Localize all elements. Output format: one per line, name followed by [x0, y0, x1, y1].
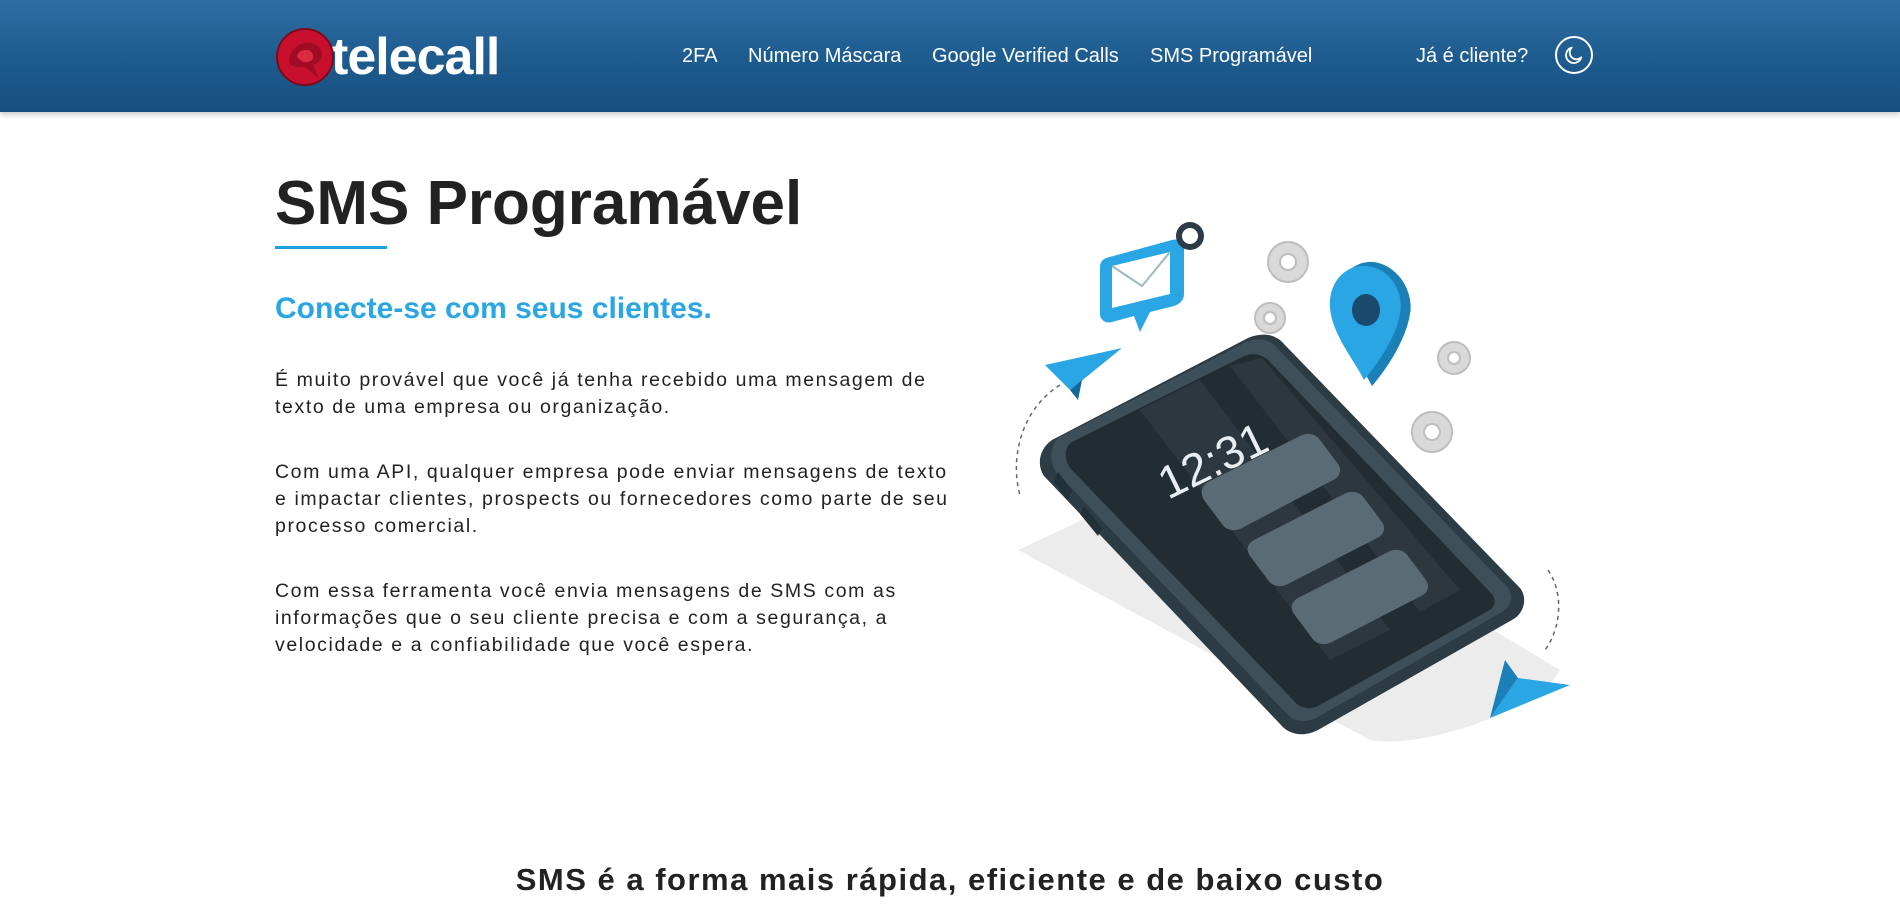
sms-phone-illustration: 12:31 [1015, 222, 1570, 742]
api-paragraph: Com uma API, qualquer empresa pode envia… [275, 461, 949, 537]
nav-item-numero-mascara[interactable]: Número Máscara [748, 45, 901, 68]
gear-icon [1411, 411, 1453, 453]
telecall-logo[interactable]: telecall [275, 26, 500, 88]
paper-plane-icon [1045, 348, 1122, 400]
gear-icon [1254, 302, 1286, 334]
gear-icon [1437, 341, 1471, 375]
client-login-link[interactable]: Já é cliente? [1416, 45, 1528, 68]
theme-toggle-button[interactable] [1555, 36, 1593, 74]
title-underline [275, 246, 387, 249]
nav-item-2fa[interactable]: 2FA [682, 45, 718, 68]
nav-item-google-verified-calls[interactable]: Google Verified Calls [932, 45, 1119, 68]
hero-subtitle: Conecte-se com seus clientes. [275, 292, 712, 325]
gear-icon [1267, 241, 1309, 283]
nav-item-sms-programavel[interactable]: SMS Programável [1150, 45, 1312, 68]
section-heading: SMS é a forma mais rápida, eficiente e d… [515, 862, 1385, 897]
message-bubble-icon [1100, 222, 1204, 332]
page-title: SMS Programável [275, 169, 803, 238]
location-pin-icon [1329, 261, 1411, 386]
logo-wordmark: telecall [331, 28, 500, 86]
site-header: telecall 2FA Número Máscara Google Verif… [0, 0, 1900, 112]
tool-paragraph: Com essa ferramenta você envia mensagens… [275, 580, 897, 656]
telecall-logo-mark-icon [276, 28, 334, 86]
intro-paragraph: É muito provável que você já tenha receb… [275, 369, 927, 418]
moon-icon [1565, 46, 1583, 64]
